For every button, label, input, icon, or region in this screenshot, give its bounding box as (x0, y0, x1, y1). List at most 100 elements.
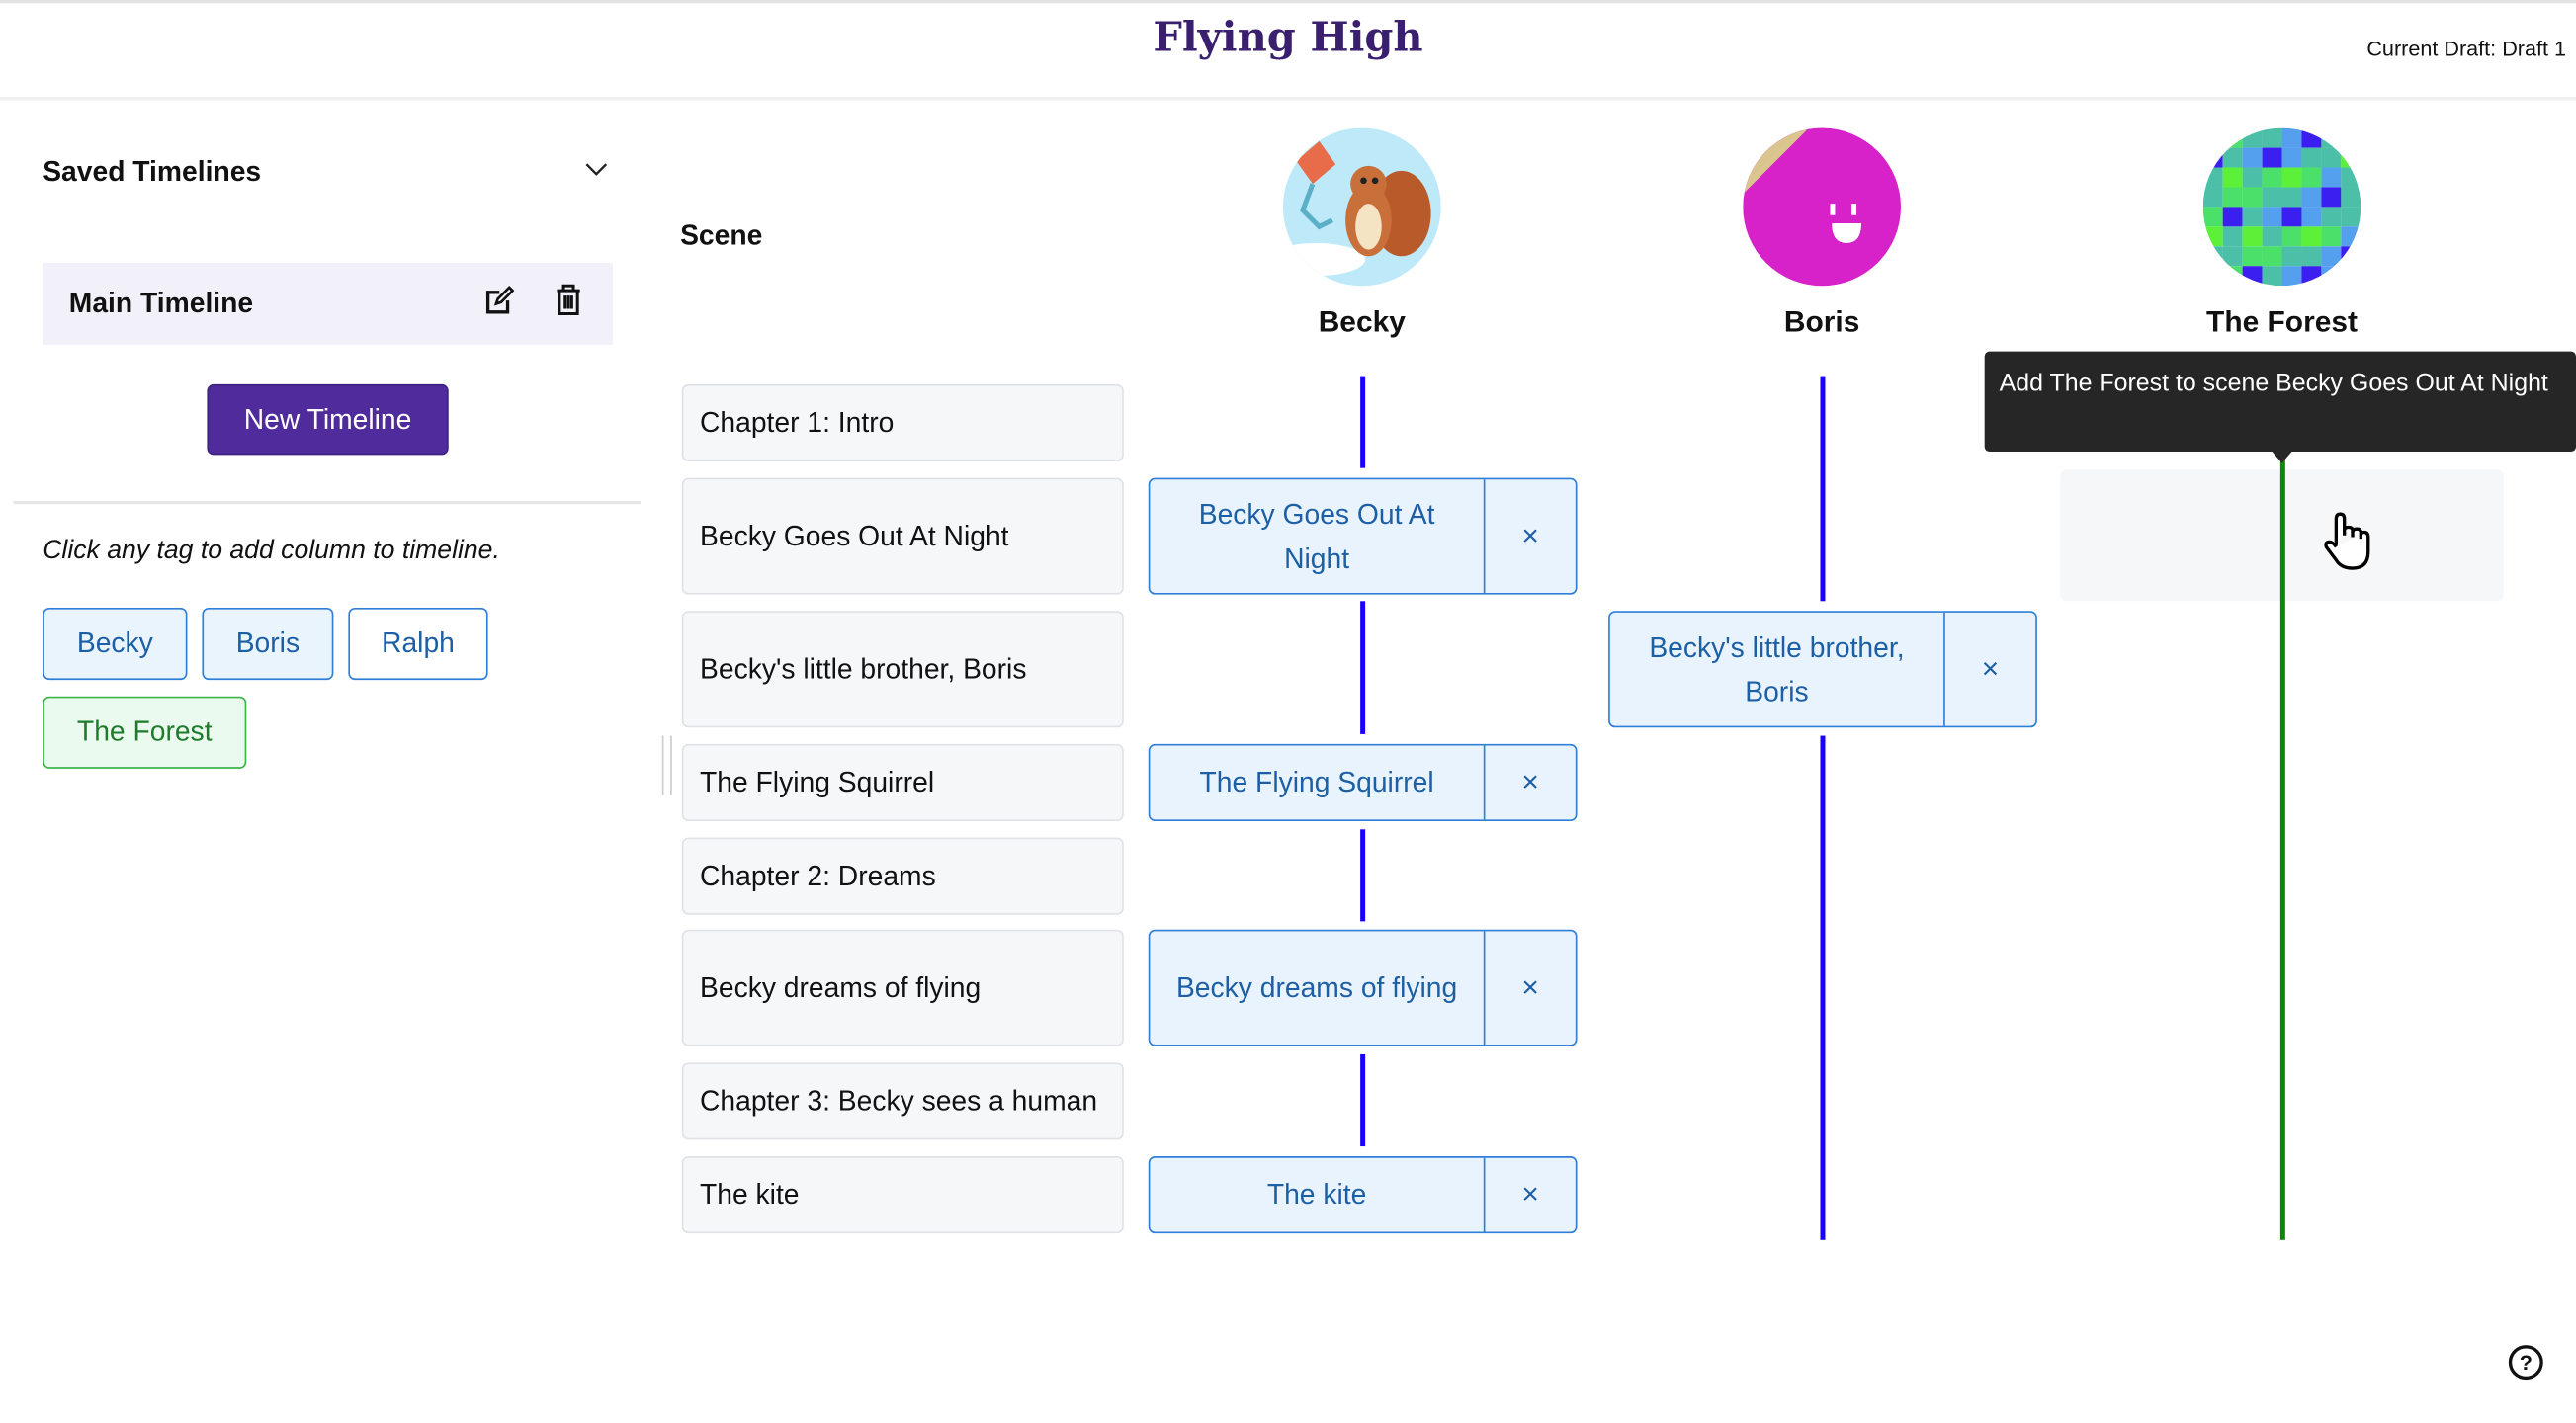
remove-icon[interactable]: × (1485, 746, 1575, 820)
scene-row[interactable]: The Flying Squirrel (681, 743, 1124, 821)
pixel-cell (2321, 167, 2342, 188)
becky-timeline-line (1360, 376, 1366, 468)
tooltip-arrow (2272, 452, 2292, 463)
pixel-cell (2242, 187, 2263, 208)
tag-the-forest[interactable]: The Forest (43, 696, 247, 769)
pixel-cell (2222, 266, 2243, 287)
pixel-cell (2341, 246, 2361, 267)
scene-card-label[interactable]: The kite (1150, 1157, 1486, 1232)
pixel-cell (2341, 266, 2361, 287)
scene-card-label[interactable]: Becky Goes Out At Night (1150, 479, 1486, 593)
tag-ralph[interactable]: Ralph (348, 607, 488, 681)
pixel-cell (2281, 207, 2302, 227)
tag-boris[interactable]: Boris (202, 607, 334, 681)
remove-icon[interactable]: × (1485, 931, 1575, 1045)
pixel-cell (2242, 266, 2263, 287)
pixel-cell (2281, 127, 2302, 148)
remove-icon[interactable]: × (1485, 1158, 1575, 1232)
pixel-cell (2281, 147, 2302, 168)
tag-becky[interactable]: Becky (43, 607, 188, 681)
remove-icon[interactable]: × (1485, 479, 1575, 593)
pixel-cell (2341, 127, 2361, 148)
edit-icon[interactable] (484, 285, 515, 317)
pixel-cell (2202, 167, 2223, 188)
pixel-cell (2321, 127, 2342, 148)
scene-card[interactable]: Becky's little brother, Boris × (1608, 611, 2037, 728)
pixel-cell (2262, 266, 2282, 287)
boris-timeline-line (1820, 376, 1826, 602)
pixel-cell (2242, 226, 2263, 247)
scene-card-label[interactable]: The Flying Squirrel (1150, 745, 1486, 820)
timeline-item-main[interactable]: Main Timeline (43, 262, 613, 346)
pixel-cell (2301, 167, 2322, 188)
scene-card[interactable]: Becky Goes Out At Night × (1148, 477, 1578, 595)
squirrel-image (1283, 127, 1441, 287)
pixel-cell (2202, 127, 2223, 148)
scene-row[interactable]: Chapter 3: Becky sees a human (681, 1062, 1124, 1140)
pixel-cell (2242, 207, 2263, 227)
pixel-cell (2262, 187, 2282, 208)
pixel-cell (2242, 147, 2263, 168)
chevron-down-icon[interactable] (585, 161, 608, 178)
scene-row[interactable]: Becky Goes Out At Night (681, 477, 1124, 595)
pixel-cell (2341, 167, 2361, 188)
remove-icon[interactable]: × (1945, 613, 2035, 726)
pixel-cell (2301, 246, 2322, 267)
page-title: Flying High (1153, 13, 1423, 61)
scene-row[interactable]: Chapter 1: Intro (681, 383, 1124, 462)
pixel-cell (2222, 127, 2243, 148)
hand-cursor-icon (2324, 512, 2370, 570)
pixel-cell (2341, 207, 2361, 227)
header-divider (0, 97, 2576, 101)
pixel-cell (2222, 187, 2243, 208)
pixel-cell (2202, 246, 2223, 267)
scene-card[interactable]: The Flying Squirrel × (1148, 743, 1578, 821)
pixel-cell (2341, 187, 2361, 208)
pixel-cell (2301, 187, 2322, 208)
scene-card-label[interactable]: Becky's little brother, Boris (1610, 612, 1945, 726)
pixel-cell (2262, 127, 2282, 148)
pixel-cell (2281, 167, 2302, 188)
pixel-cell (2341, 226, 2361, 247)
pixel-cell (2301, 147, 2322, 168)
scene-card[interactable]: Becky dreams of flying × (1148, 929, 1578, 1046)
pixel-cell (2202, 226, 2223, 247)
scene-row[interactable]: The kite (681, 1156, 1124, 1234)
pixel-cell (2262, 246, 2282, 267)
scene-column-header: Scene (680, 219, 763, 252)
pixel-cell (2202, 187, 2223, 208)
scene-card[interactable]: The kite × (1148, 1156, 1578, 1234)
scene-row[interactable]: Becky's little brother, Boris (681, 611, 1124, 728)
trash-icon[interactable] (554, 284, 583, 317)
scene-row[interactable]: Chapter 2: Dreams (681, 837, 1124, 915)
column-header-the-forest: The Forest (2206, 305, 2358, 339)
scene-card-label[interactable]: Becky dreams of flying (1150, 931, 1486, 1046)
scene-row[interactable]: Becky dreams of flying (681, 929, 1124, 1046)
becky-timeline-line (1360, 1054, 1366, 1147)
pixel-cell (2301, 226, 2322, 247)
pixel-cell (2222, 226, 2243, 247)
pixel-cell (2321, 226, 2342, 247)
current-draft[interactable]: Current Draft: Draft 1 (2366, 37, 2566, 61)
boris-avatar (1743, 127, 1901, 287)
pixel-cell (2242, 246, 2263, 267)
smiley-image (1743, 127, 1901, 287)
tooltip: Add The Forest to scene Becky Goes Out A… (1984, 351, 2576, 453)
pixel-cell (2202, 207, 2223, 227)
pixel-cell (2262, 226, 2282, 247)
pixel-cell (2281, 266, 2302, 287)
timeline-item-label: Main Timeline (68, 287, 254, 319)
pixel-cell (2222, 246, 2243, 267)
pixel-cell (2321, 207, 2342, 227)
pixel-cell (2202, 147, 2223, 168)
help-icon[interactable]: ? (2508, 1345, 2543, 1381)
resize-handle[interactable] (661, 735, 672, 795)
new-timeline-button[interactable]: New Timeline (207, 383, 449, 456)
pixel-cell (2262, 147, 2282, 168)
pixel-cell (2222, 207, 2243, 227)
the-forest-avatar (2202, 127, 2361, 287)
becky-avatar (1283, 127, 1441, 287)
pixel-cell (2262, 167, 2282, 188)
sidebar-divider (13, 500, 642, 505)
pixel-cell (2281, 226, 2302, 247)
